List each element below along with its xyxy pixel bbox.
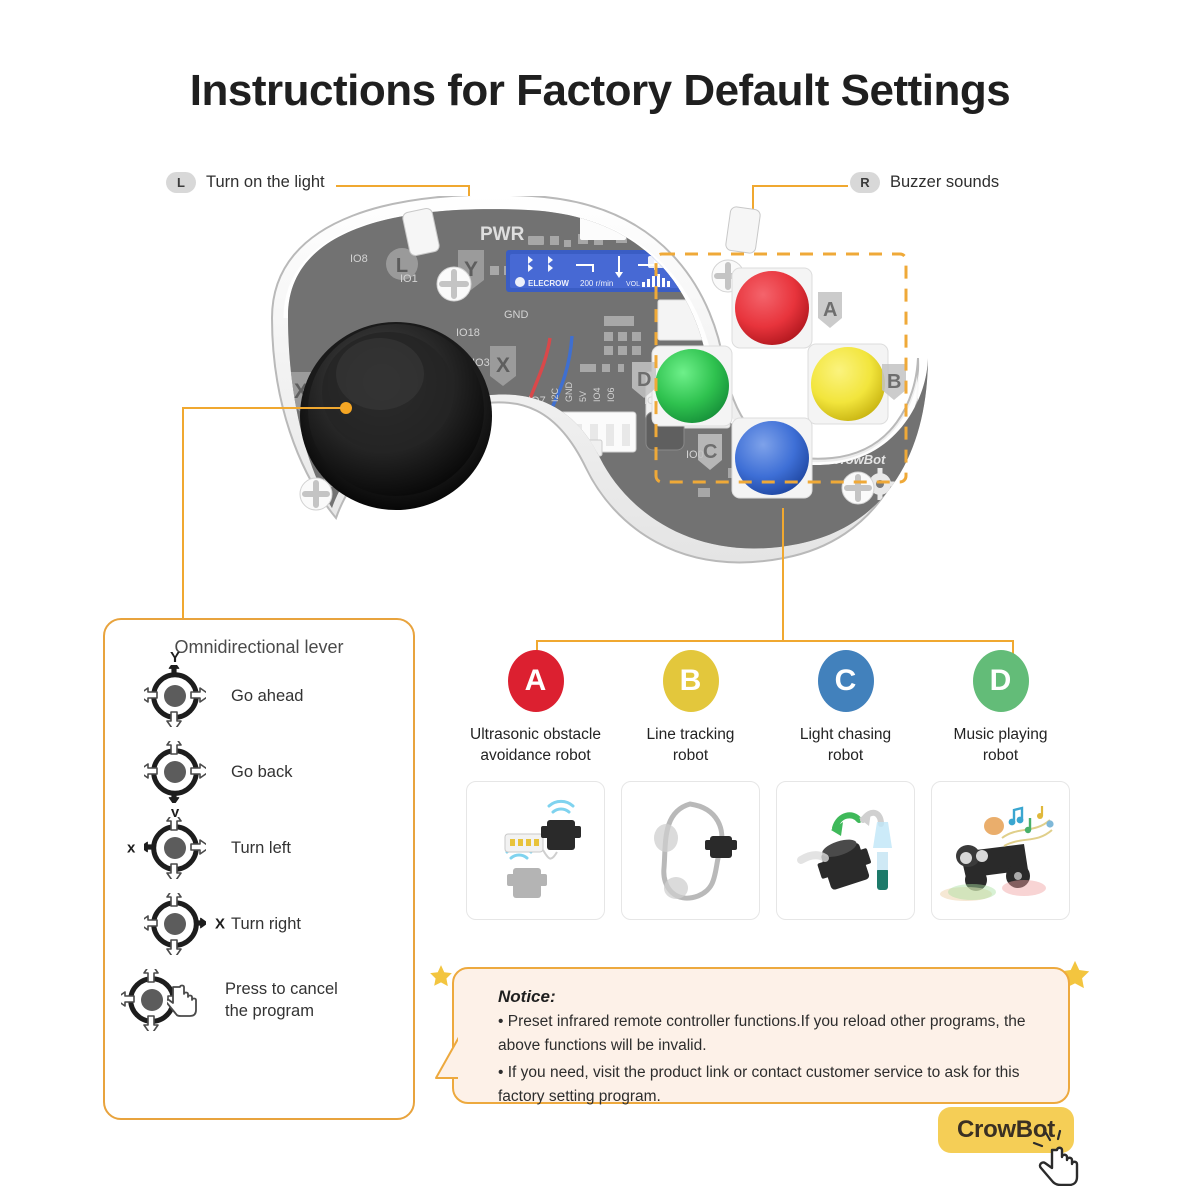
dpad-left-icon: x: [119, 817, 231, 879]
notice-title: Notice:: [498, 987, 556, 1006]
leader-line-joystick-horizontal: [182, 407, 344, 409]
callout-left-label: Turn on the light: [206, 173, 325, 191]
mode-label-a: Ultrasonic obstacle avoidance robot: [470, 726, 601, 764]
poster-root: Instructions for Factory Default Setting…: [0, 0, 1200, 1200]
shoulder-key-l-badge: L: [166, 172, 196, 193]
screw-top-left: [436, 266, 472, 302]
music-playing-robot-thumb: [931, 780, 1070, 920]
lever-axis-label: Y: [169, 649, 181, 666]
lever-axis-label: X: [214, 915, 225, 933]
svg-text:VOL: VOL: [626, 281, 640, 288]
dpad-down-icon: y: [119, 741, 231, 821]
mode-column-c: C Light chasing robot: [768, 650, 923, 920]
lever-row-label: Go back: [231, 762, 293, 781]
svg-text:IO8: IO8: [350, 253, 368, 265]
button-c-blue[interactable]: [731, 417, 813, 499]
callout-right-shoulder: R Buzzer sounds: [850, 172, 999, 193]
ultrasonic-robot-thumb: [466, 780, 605, 920]
notice-item: • If you need, visit the product link or…: [498, 1064, 1020, 1106]
lever-row: x Turn left: [119, 810, 413, 886]
dpad-press-hand-icon: [113, 967, 225, 1033]
button-a-red[interactable]: [731, 267, 813, 349]
svg-text:www.elecrow.com: www.elecrow.com: [281, 518, 408, 533]
notice-item: • Preset infrared remote controller func…: [498, 1013, 1026, 1055]
lever-row: Press to cancel the program: [119, 962, 413, 1038]
svg-text:PWR: PWR: [480, 224, 525, 245]
mode-column-b: B Line tracking robot: [613, 650, 768, 920]
mode-column-d: D Music playing robot: [923, 650, 1078, 920]
mode-list: A Ultrasonic obstacle avoidance robot B Li…: [458, 650, 1078, 920]
svg-text:IO4: IO4: [592, 387, 602, 402]
screw-bottom-right: [841, 471, 875, 505]
omnidirectional-lever-panel: Omnidirectional lever Y Go ahead y Go back: [103, 618, 415, 1120]
notice-box: Notice: • Preset infrared remote control…: [452, 967, 1070, 1105]
lever-row-label: Turn left: [231, 838, 291, 857]
svg-text:IO1: IO1: [400, 273, 418, 285]
svg-text:C: C: [703, 441, 717, 463]
mode-badge-d[interactable]: D: [972, 650, 1029, 712]
controller-illustration: Y X X y L R IO8 IO1 IO18 IO3: [228, 193, 968, 596]
svg-text:GND: GND: [564, 382, 574, 403]
callout-left-shoulder: L Turn on the light: [166, 172, 325, 193]
svg-text:D: D: [637, 369, 651, 391]
dpad-right-icon: X: [119, 893, 231, 955]
mode-label-b: Line tracking robot: [646, 726, 735, 764]
svg-text:IO6: IO6: [606, 387, 616, 402]
button-d-green[interactable]: [651, 345, 733, 427]
svg-text:A: A: [823, 299, 837, 321]
lever-panel-title: Omnidirectional lever: [174, 637, 344, 657]
lever-axis-label: x: [127, 839, 136, 857]
callout-right-label: Buzzer sounds: [890, 173, 1000, 191]
svg-text:I2C: I2C: [250, 381, 260, 396]
svg-text:X: X: [496, 354, 510, 377]
button-b-yellow[interactable]: [807, 343, 889, 425]
mode-badge-b[interactable]: B: [662, 650, 719, 712]
svg-text:GND: GND: [504, 309, 529, 321]
dpad-up-icon: Y: [119, 649, 231, 727]
lever-row-label: Go ahead: [231, 686, 304, 705]
click-hand-icon: [1030, 1129, 1084, 1191]
notice-item-list: • Preset infrared remote controller func…: [498, 1010, 1042, 1109]
svg-text:200 r/min: 200 r/min: [580, 279, 613, 288]
leader-line-joystick-vertical: [182, 407, 184, 619]
notice-bubble-tail: [430, 1028, 466, 1099]
mode-label-d: Music playing robot: [953, 726, 1048, 764]
star-decoration-left: [428, 963, 454, 996]
line-tracking-robot-thumb: [621, 780, 760, 920]
leader-line-r-horizontal: [752, 185, 848, 187]
light-chasing-robot-thumb: [776, 780, 915, 920]
mode-label-c: Light chasing robot: [799, 726, 892, 764]
svg-text:IO18: IO18: [456, 327, 480, 339]
leader-line-buttons-bar: [536, 640, 1014, 642]
leader-line-l-horizontal: [336, 185, 470, 187]
svg-text:ELECROW: ELECROW: [528, 279, 569, 288]
shoulder-button-r: [725, 206, 761, 254]
svg-text:B: B: [887, 371, 901, 393]
screw-bottom-left: [299, 477, 333, 511]
svg-text:I2C: I2C: [550, 387, 560, 402]
lever-row: Y Go ahead: [119, 649, 413, 734]
lever-row-list: Y Go ahead y Go back x Turn left X Turn …: [105, 649, 413, 1038]
mode-badge-c[interactable]: C: [817, 650, 874, 712]
leader-line-buttons-stem: [782, 508, 784, 642]
page-title: Instructions for Factory Default Setting…: [189, 66, 1011, 115]
lever-row: y Go back: [119, 734, 413, 821]
analog-joystick: [300, 322, 492, 510]
mode-badge-a[interactable]: A: [507, 650, 564, 712]
shoulder-key-r-badge: R: [850, 172, 880, 193]
lever-row-label: Turn right: [231, 914, 301, 933]
lever-row: X Turn right: [119, 886, 413, 962]
lever-row-label: Press to cancel the program: [225, 979, 338, 1020]
mode-column-a: A Ultrasonic obstacle avoidance robot: [458, 650, 613, 920]
svg-text:5V: 5V: [578, 391, 588, 402]
